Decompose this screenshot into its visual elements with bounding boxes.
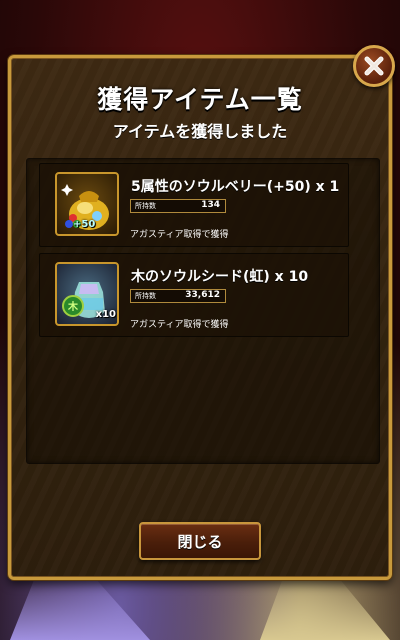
owned-count-box: 所持数 33,612 bbox=[130, 289, 226, 303]
dialog-subtitle: アイテムを獲得しました bbox=[112, 122, 288, 141]
dialog-title: 獲得アイテム一覧 bbox=[97, 85, 303, 114]
item-name: 木のソウルシード(虹) x 10 bbox=[131, 269, 309, 285]
item-list-dialog: 獲得アイテム一覧 アイテムを獲得しました +50 5属性のソウルベリー(+50)… bbox=[8, 55, 392, 580]
item-name: 5属性のソウルベリー(+50) x 1 bbox=[131, 179, 340, 195]
wood-soul-seed-rainbow-icon: 木 x10 bbox=[55, 262, 119, 326]
owned-label: 所持数 bbox=[135, 202, 156, 210]
owned-value: 33,612 bbox=[185, 290, 220, 300]
item-source: アガスティア取得で獲得 bbox=[130, 320, 229, 330]
quantity-badge: +50 bbox=[73, 219, 96, 230]
close-icon bbox=[364, 56, 384, 76]
quantity-badge: x10 bbox=[95, 309, 116, 320]
list-item[interactable]: +50 5属性のソウルベリー(+50) x 1 所持数 134 アガスティア取得… bbox=[39, 163, 349, 247]
item-source: アガスティア取得で獲得 bbox=[130, 230, 229, 240]
owned-value: 134 bbox=[201, 200, 220, 210]
owned-count-box: 所持数 134 bbox=[130, 199, 226, 213]
owned-label: 所持数 bbox=[135, 292, 156, 300]
close-x-button[interactable] bbox=[353, 45, 395, 87]
close-button[interactable]: 閉じる bbox=[139, 522, 261, 560]
list-item[interactable]: 木 x10 木のソウルシード(虹) x 10 所持数 33,612 アガスティア… bbox=[39, 253, 349, 337]
soul-berry-gold-pouch-icon: +50 bbox=[55, 172, 119, 236]
svg-text:木: 木 bbox=[67, 300, 79, 313]
